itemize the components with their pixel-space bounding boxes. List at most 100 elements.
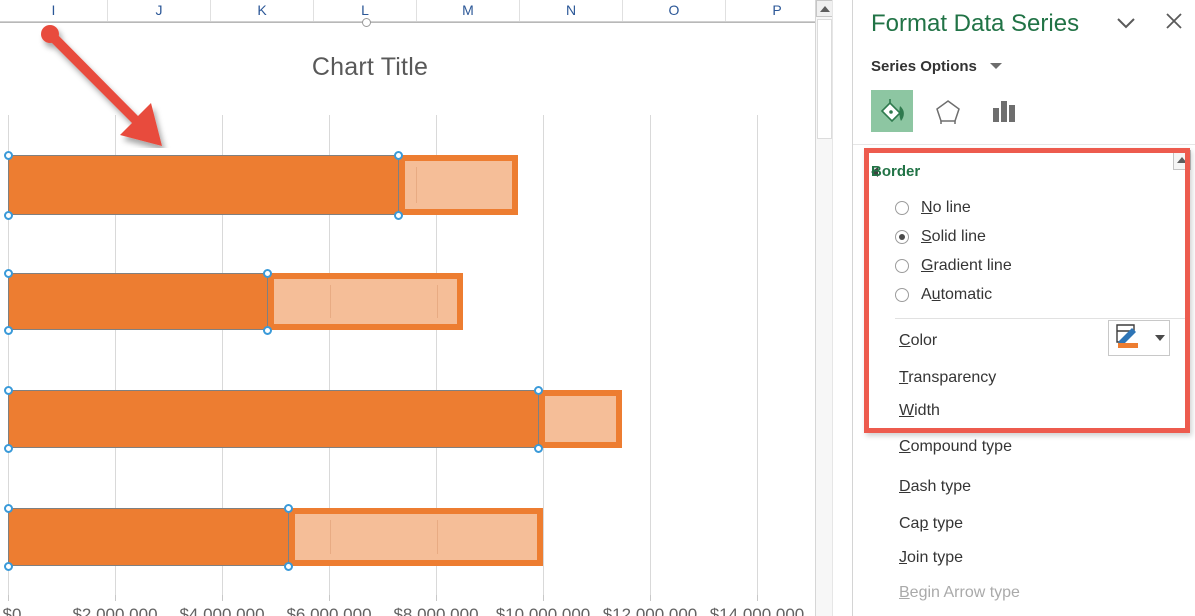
series-point-handle[interactable] [4,444,13,453]
radio-label: No line [921,199,971,216]
bar-segment-series2[interactable] [289,508,543,566]
chevron-down-icon[interactable] [1115,16,1137,35]
bar-tick-divider [437,520,438,554]
pane-scroll-up-button[interactable] [1173,150,1191,170]
axis-label-2: $4,000,000 [179,605,265,616]
axis-tick [115,595,116,601]
column-header-k[interactable]: K [211,0,314,21]
column-header-n[interactable]: N [520,0,623,21]
radio-label: Gradient line [921,257,1012,274]
pane-title: Format Data Series [871,10,1080,37]
series-point-handle[interactable] [4,151,13,160]
column-header-o[interactable]: O [623,0,726,21]
series-options-selector[interactable]: Series Options [871,58,1003,75]
chart-resize-handle-top[interactable] [362,18,371,27]
tab-effects[interactable] [927,90,969,132]
bar-segment-series2[interactable] [268,273,463,330]
format-data-series-pane: Format Data Series Series Options Border… [852,0,1195,616]
series-point-handle[interactable] [394,211,403,220]
series-point-handle[interactable] [534,444,543,453]
axis-tick [222,595,223,601]
transparency-label: Transparency [899,369,997,386]
chevron-down-icon [989,58,1003,75]
gridline [650,115,651,595]
chart-object[interactable]: Chart Title $0 $2,000,000 $4,000,000 $6,… [0,18,827,616]
pen-color-icon [1109,322,1151,355]
axis-tick [757,595,758,601]
bar-tick-divider [330,285,331,318]
chevron-down-icon [1151,335,1169,341]
section-divider [895,318,1185,319]
series-point-handle[interactable] [4,269,13,278]
chart-plot-area[interactable] [0,115,826,595]
bar-segment-series1[interactable] [8,390,539,448]
close-icon[interactable] [1163,10,1185,37]
radio-indicator [895,230,909,244]
dash-type-label: Dash type [899,478,972,495]
cap-type-label: Cap type [899,515,964,532]
series-point-handle[interactable] [4,326,13,335]
series-point-handle[interactable] [4,386,13,395]
tab-fill-and-line[interactable] [871,90,913,132]
axis-tick [543,595,544,601]
radio-indicator [895,201,909,215]
bar-segment-series1[interactable] [8,508,289,566]
compound-type-label: Compound type [899,438,1012,455]
series-point-handle[interactable] [263,269,272,278]
bar-group-category-1[interactable] [8,155,518,215]
axis-label-6: $12,000,000 [602,605,698,616]
axis-label-1: $2,000,000 [72,605,158,616]
series-point-handle[interactable] [263,326,272,335]
gridline [543,115,544,595]
tab-series-options[interactable] [983,90,1025,132]
bar-segment-series1[interactable] [8,155,399,215]
axis-label-3: $6,000,000 [286,605,372,616]
bar-segment-series2[interactable] [399,155,518,215]
sheet-right-gutter [832,0,852,616]
column-header-m[interactable]: M [417,0,520,21]
series-point-handle[interactable] [4,504,13,513]
bar-segment-series1[interactable] [8,273,268,330]
series-point-handle[interactable] [284,504,293,513]
bar-group-category-4[interactable] [8,508,543,566]
series-options-label: Series Options [871,58,977,75]
series-point-handle[interactable] [4,562,13,571]
series-point-handle[interactable] [394,151,403,160]
axis-tick [436,595,437,601]
series-point-handle[interactable] [534,386,543,395]
axis-tick [650,595,651,601]
sheet-scroll-up-button[interactable] [816,0,833,17]
pane-vertical-scrollbar[interactable] [1173,150,1191,616]
bar-group-category-3[interactable] [8,390,622,448]
column-header-i[interactable]: I [0,0,108,21]
axis-tick [329,595,330,601]
triangle-up-icon [1177,157,1187,163]
bar-tick-divider [330,520,331,554]
spreadsheet-area: I J K L M N O P Chart Title $0 $2,000,00… [0,0,852,616]
bar-segment-series2[interactable] [539,390,622,448]
series-point-handle[interactable] [4,211,13,220]
sheet-scroll-thumb[interactable] [817,19,832,139]
radio-gradient-line[interactable]: Gradient line [895,257,1012,275]
series-point-handle[interactable] [284,562,293,571]
column-header-p[interactable]: P [726,0,829,21]
radio-automatic[interactable]: Automatic [895,286,992,304]
axis-label-0: $0 [2,605,22,616]
axis-label-4: $8,000,000 [393,605,479,616]
bar-tick-divider [416,167,417,203]
bar-group-category-2[interactable] [8,273,463,330]
join-type-label: Join type [899,549,964,566]
radio-no-line[interactable]: No line [895,199,971,217]
column-header-j[interactable]: J [108,0,211,21]
radio-solid-line[interactable]: Solid line [895,228,986,246]
sheet-vertical-scrollbar[interactable] [815,0,833,616]
begin-arrow-type-label: Begin Arrow type [899,584,1020,601]
color-label: Color [899,332,938,349]
bar-tick-divider [437,285,438,318]
chart-x-axis[interactable]: $0 $2,000,000 $4,000,000 $6,000,000 $8,0… [0,595,826,616]
width-label: Width [899,402,940,419]
pane-divider [853,144,1195,145]
color-swatch [1118,342,1138,348]
chart-title[interactable]: Chart Title [0,53,740,82]
border-color-button[interactable] [1108,320,1170,356]
